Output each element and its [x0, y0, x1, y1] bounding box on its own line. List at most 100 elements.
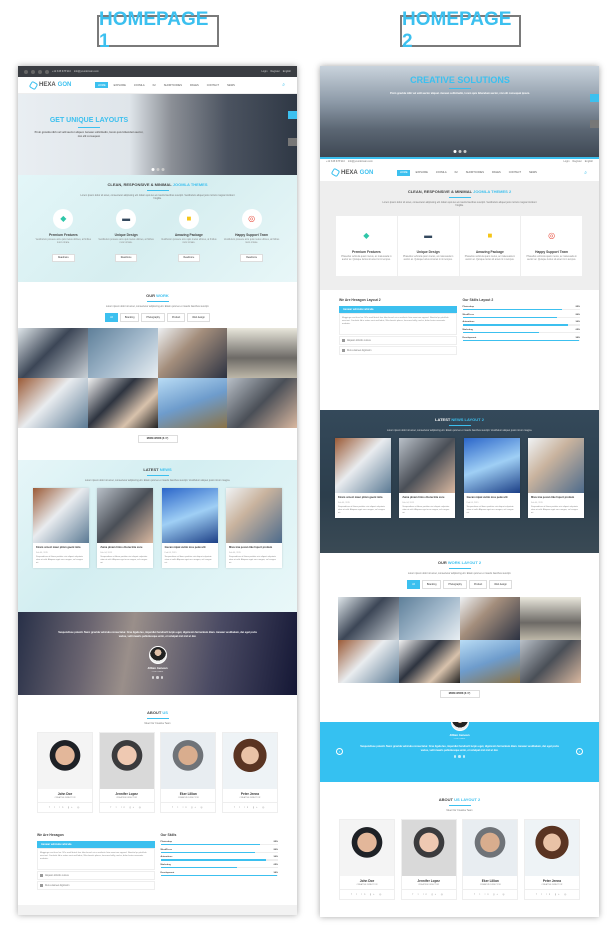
- social-icon[interactable]: [31, 69, 35, 74]
- social-icon[interactable]: [24, 69, 28, 74]
- nav-item-contact[interactable]: CONTACT: [204, 82, 221, 88]
- slider-dot[interactable]: [463, 150, 466, 153]
- portfolio-image[interactable]: [520, 640, 581, 684]
- nav-item-shortcodes[interactable]: SHORTCODES: [161, 82, 184, 88]
- testimonial-dot[interactable]: [151, 676, 155, 679]
- news-title[interactable]: Zuma plnam Irimo zhuna bite cure: [402, 496, 452, 500]
- readmore-button[interactable]: Readmore: [177, 254, 201, 263]
- nav-item-k2[interactable]: K2: [452, 170, 460, 176]
- news-image[interactable]: [225, 488, 282, 544]
- filter-web-design[interactable]: Web design: [187, 313, 210, 323]
- news-card[interactable]: Gucan mipat cutim mos pede ulit Feb 04, 2…: [463, 438, 520, 518]
- team-social-icons[interactable]: f t in g+ ◎: [401, 889, 456, 899]
- portfolio-image[interactable]: [227, 328, 297, 379]
- portfolio-image[interactable]: [227, 378, 297, 429]
- filter-all[interactable]: All: [407, 580, 420, 590]
- portfolio-image[interactable]: [459, 640, 521, 684]
- testimonial-dots[interactable]: [320, 755, 599, 758]
- filter-branding[interactable]: Branding: [421, 580, 442, 590]
- team-social-icons[interactable]: f t in g+ ◎: [38, 802, 92, 812]
- nav-item-pages[interactable]: PAGES: [490, 170, 504, 176]
- portfolio-image[interactable]: [157, 328, 228, 379]
- slider-dots[interactable]: [151, 168, 164, 171]
- portfolio-image[interactable]: [18, 378, 88, 429]
- filter-photography[interactable]: Photography: [141, 313, 165, 323]
- portfolio-image[interactable]: [87, 378, 158, 429]
- news-title[interactable]: Kirem ornect maur plinm gaent mita: [338, 496, 388, 500]
- portfolio-image[interactable]: [398, 640, 460, 684]
- logo[interactable]: HEXA GON: [330, 167, 373, 178]
- slider-dots[interactable]: [453, 150, 466, 153]
- news-title[interactable]: Mius ima pocan tike fopurt protium: [229, 546, 279, 550]
- logo[interactable]: HEXA GON: [28, 80, 71, 90]
- news-image[interactable]: [97, 488, 154, 544]
- testimonial-dot[interactable]: [156, 676, 159, 679]
- news-card[interactable]: Mius ima pocan tike fopurt protium Feb 04…: [225, 488, 282, 568]
- slider-dot[interactable]: [156, 168, 159, 171]
- nav-item-contact[interactable]: CONTACT: [506, 170, 523, 176]
- social-icon[interactable]: [45, 69, 49, 74]
- testimonial-dot[interactable]: [458, 755, 461, 758]
- slider-dot[interactable]: [458, 150, 461, 153]
- news-image[interactable]: [463, 438, 520, 494]
- readmore-button[interactable]: Readmore: [114, 254, 138, 263]
- nav-item-joomla[interactable]: JOOMLA: [131, 82, 147, 88]
- readmore-button[interactable]: Readmore: [52, 254, 75, 263]
- portfolio-image[interactable]: [459, 597, 521, 641]
- homepage-2-preview[interactable]: CREATIVE SOLUTIONS Proin gravida nibh vel…: [320, 66, 599, 917]
- login-link[interactable]: Login: [261, 70, 267, 73]
- accordion-active-header[interactable]: Aenean vehicula vehicula: [339, 306, 457, 313]
- news-card[interactable]: Gucan mipat cutim mos pede ulit Feb 04, 2…: [161, 488, 218, 568]
- news-image[interactable]: [527, 438, 584, 494]
- homepage-1-preview[interactable]: +12 345 678 910 info@yourdomain.com Login R…: [18, 66, 297, 915]
- filter-photography[interactable]: Photography: [443, 580, 467, 590]
- slider-dot[interactable]: [151, 168, 154, 171]
- more-work-button[interactable]: MORE WORK (8 / 7): [137, 435, 178, 444]
- news-image[interactable]: [161, 488, 218, 544]
- search-icon[interactable]: ⌕: [584, 170, 587, 176]
- slider-dot[interactable]: [453, 150, 456, 153]
- portfolio-image[interactable]: [520, 597, 581, 641]
- news-card[interactable]: Zuma plnam Irimo zhuna bite cure Feb 04, …: [399, 438, 456, 518]
- news-card[interactable]: Kirem ornect maur plinm gaent mita Feb 04…: [33, 488, 89, 568]
- team-social-icons[interactable]: f t in g+ ◎: [99, 802, 154, 812]
- news-title[interactable]: Gucan mipat cutim mos pede ulit: [467, 496, 517, 500]
- portfolio-image[interactable]: [338, 640, 399, 684]
- news-title[interactable]: Kirem ornect maur plinm gaent mita: [36, 546, 86, 550]
- nav-item-home[interactable]: HOME: [397, 169, 411, 176]
- hero-slider[interactable]: GET UNIQUE LAYOUTS Proin gravida nibh vel…: [18, 94, 297, 175]
- team-social-icons[interactable]: f t in g+ ◎: [463, 889, 518, 899]
- accordion-item[interactable]: Duis a laoreet dignissim: [339, 346, 457, 355]
- news-title[interactable]: Mius ima pocan tike fopurt protium: [531, 496, 581, 500]
- portfolio-image[interactable]: [398, 597, 460, 641]
- nav-item-pages[interactable]: PAGES: [188, 82, 202, 88]
- filter-all[interactable]: All: [105, 313, 118, 323]
- news-card[interactable]: Kirem ornect maur plinm gaent mita Feb 04…: [335, 438, 391, 518]
- filter-product[interactable]: Product: [468, 580, 488, 590]
- portfolio-image[interactable]: [157, 378, 228, 429]
- accordion-item[interactable]: Duis a laoreet dignissim: [37, 881, 155, 890]
- hero-slider[interactable]: CREATIVE SOLUTIONS Proin gravida nibh vel…: [320, 66, 599, 157]
- testimonial-dot[interactable]: [462, 755, 466, 758]
- language-select[interactable]: English: [283, 70, 291, 73]
- portfolio-image[interactable]: [18, 328, 88, 379]
- login-link[interactable]: Login: [563, 160, 569, 163]
- accordion-item[interactable]: Aliquam lobortis cursus: [339, 336, 457, 345]
- language-select[interactable]: English: [585, 160, 593, 163]
- register-link[interactable]: Register: [572, 160, 581, 163]
- testimonial-dot[interactable]: [453, 755, 457, 758]
- news-card[interactable]: Mius ima pocan tike fopurt protium Feb 04…: [527, 438, 584, 518]
- team-social-icons[interactable]: f t in g+ ◎: [222, 802, 277, 812]
- nav-item-joomla[interactable]: JOOMLA: [433, 170, 449, 176]
- team-social-icons[interactable]: f t in g+ ◎: [161, 802, 216, 812]
- nav-item-news[interactable]: NEWS: [225, 82, 238, 88]
- back-to-top-button[interactable]: [590, 120, 599, 128]
- next-arrow-icon[interactable]: ›: [576, 748, 583, 755]
- nav-item-shortcodes[interactable]: SHORTCODES: [463, 170, 486, 176]
- news-title[interactable]: Zuma plnam Irimo zhuna bite cure: [100, 546, 150, 550]
- readmore-button[interactable]: Readmore: [240, 254, 263, 263]
- testimonial-dots[interactable]: [18, 676, 297, 679]
- nav-item-news[interactable]: NEWS: [527, 170, 540, 176]
- more-work-button[interactable]: MORE WORK (8 / 7): [439, 690, 480, 699]
- portfolio-image[interactable]: [338, 597, 399, 641]
